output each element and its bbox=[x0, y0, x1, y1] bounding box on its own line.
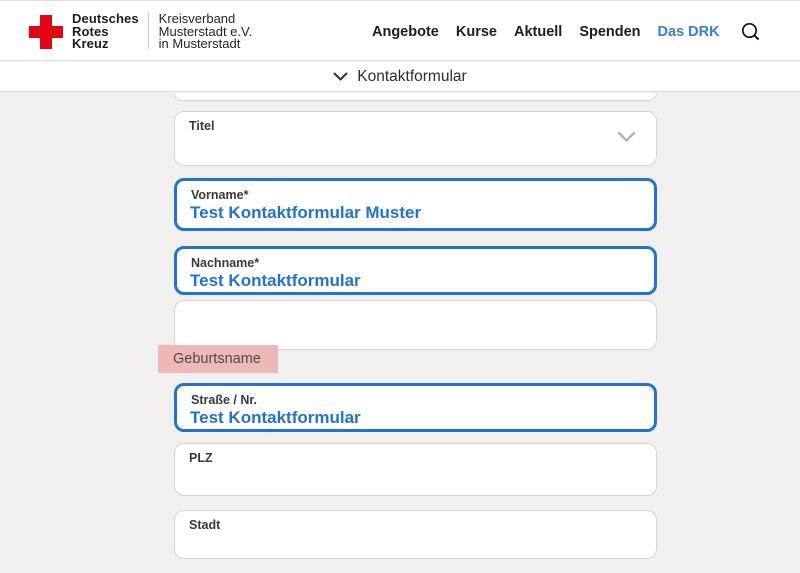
drk-logo[interactable]: Deutsches Rotes Kreuz Kreisverband Muste… bbox=[29, 13, 252, 51]
field-label: Straße / Nr. bbox=[191, 393, 257, 407]
field-nachname[interactable]: Nachname* Test Kontaktformular bbox=[174, 246, 657, 295]
accordion-kontaktformular[interactable]: Kontaktformular bbox=[0, 62, 800, 92]
nav-item-spenden[interactable]: Spenden bbox=[579, 24, 640, 40]
field-value: Test Kontaktformular bbox=[190, 271, 361, 291]
field-geburtsname[interactable] bbox=[174, 300, 657, 350]
chevron-down-icon[interactable] bbox=[617, 130, 636, 148]
nav-item-das-drk[interactable]: Das DRK bbox=[658, 24, 720, 40]
field-label: Nachname* bbox=[191, 256, 259, 270]
nav-item-kurse[interactable]: Kurse bbox=[456, 24, 497, 40]
field-label: PLZ bbox=[189, 451, 213, 465]
red-cross-icon bbox=[29, 15, 63, 49]
geburtsname-highlight: Geburtsname bbox=[158, 345, 278, 373]
branch-name: Kreisverband Musterstadt e.V. in Musters… bbox=[159, 13, 252, 51]
brand-name: Deutsches Rotes Kreuz bbox=[72, 13, 139, 51]
accordion-title: Kontaktformular bbox=[357, 68, 466, 86]
field-label: Titel bbox=[189, 119, 214, 133]
field-vorname[interactable]: Vorname* Test Kontaktformular Muster bbox=[174, 178, 657, 231]
page: Deutsches Rotes Kreuz Kreisverband Muste… bbox=[0, 0, 800, 573]
field-plz[interactable]: PLZ bbox=[174, 443, 657, 496]
branch-line: in Musterstadt bbox=[159, 38, 252, 51]
main-nav: Angebote Kurse Aktuell Spenden Das DRK bbox=[372, 1, 762, 62]
field-label: Vorname* bbox=[191, 188, 248, 202]
site-header: Deutsches Rotes Kreuz Kreisverband Muste… bbox=[0, 0, 800, 61]
field-value: Test Kontaktformular Muster bbox=[190, 203, 421, 223]
field-stadt[interactable]: Stadt bbox=[174, 510, 657, 559]
geburtsname-label: Geburtsname bbox=[173, 351, 261, 367]
brand-line: Kreuz bbox=[72, 38, 139, 51]
nav-item-angebote[interactable]: Angebote bbox=[372, 24, 439, 40]
search-icon[interactable] bbox=[740, 21, 762, 43]
field-value: Test Kontaktformular bbox=[190, 408, 361, 428]
chevron-down-icon bbox=[333, 72, 348, 82]
field-partial-cutoff[interactable] bbox=[174, 93, 657, 101]
field-strasse-nr[interactable]: Straße / Nr. Test Kontaktformular bbox=[174, 383, 657, 432]
field-label: Stadt bbox=[189, 518, 220, 532]
logo-divider bbox=[148, 13, 149, 49]
field-titel[interactable]: Titel bbox=[174, 111, 657, 166]
nav-item-aktuell[interactable]: Aktuell bbox=[514, 24, 562, 40]
